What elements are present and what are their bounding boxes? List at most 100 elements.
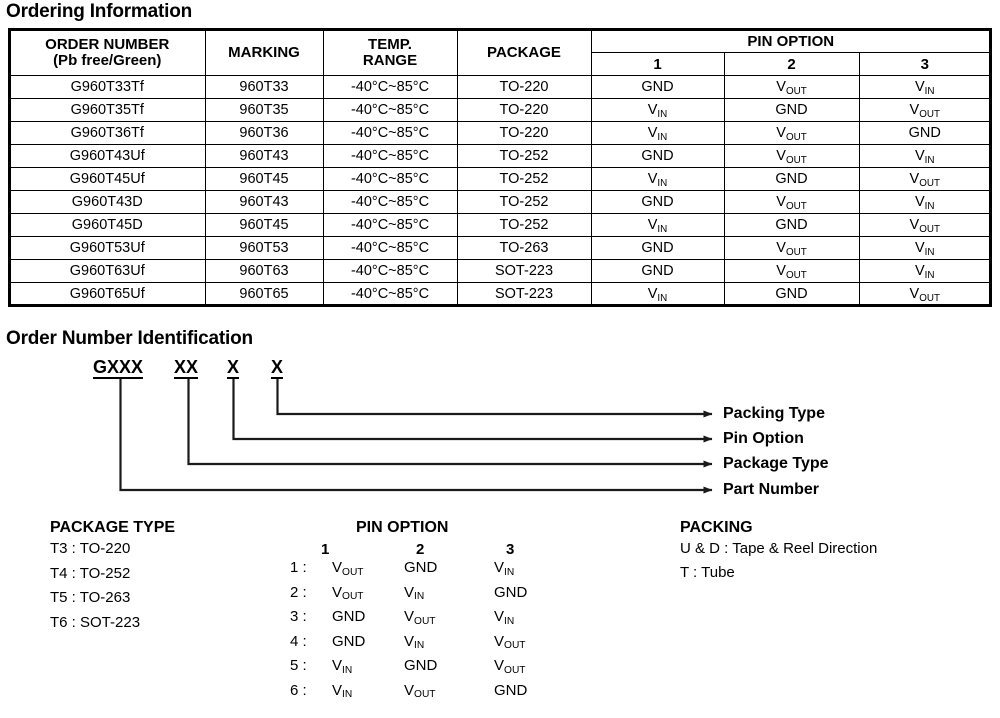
cell-temp-range: -40°C~85°C (322, 167, 458, 191)
legend-row-packing: U & D : Tape & Reel Direction (680, 540, 878, 557)
cell-marking: 960T45 (204, 167, 324, 191)
table-body: G960T33Tf 960T33 -40°C~85°C TO-220 GND VOUT VI… (8, 75, 992, 307)
cell-pin-2: VOUT (723, 144, 860, 168)
legend-pin-row-label: 3 : (290, 608, 307, 625)
cell-pin-3: VIN (858, 259, 992, 283)
cell-pin-3: VIN (858, 144, 992, 168)
legend-pin-row-value-2: GND (404, 559, 438, 576)
table-row: G960T45D 960T45 -40°C~85°C TO-252 VIN GND VOUT (8, 213, 992, 237)
legend-pin-col-header-1: 1 (321, 541, 330, 558)
cell-order-number: G960T53Uf (8, 236, 206, 260)
cell-pin-1: GND (590, 75, 725, 99)
cell-order-number: G960T63Uf (8, 259, 206, 283)
legend-pin-row-value-1: VIN (332, 681, 353, 701)
legend-row-package-type: T4 : TO-252 (50, 564, 131, 582)
cell-package: TO-252 (456, 167, 592, 191)
leader-line-part-number (119, 379, 713, 494)
cell-pin-1: VIN (590, 213, 725, 237)
cell-package: TO-263 (456, 236, 592, 260)
cell-package: TO-252 (456, 144, 592, 168)
cell-package: TO-220 (456, 121, 592, 145)
column-header-package: PACKAGE (456, 29, 592, 76)
legend-pin-option: PIN OPTION 1 2 3 1 : VOUT GND VIN 2 : VOUT VIN… (290, 519, 570, 706)
cell-temp-range: -40°C~85°C (322, 121, 458, 145)
cell-pin-1: VIN (590, 98, 725, 122)
cell-pin-2: GND (723, 282, 860, 307)
legend-pin-row-value-1: GND (332, 608, 366, 625)
legend-pin-row-label: 1 : (290, 559, 307, 576)
legend-pin-row-value-2: VOUT (404, 681, 436, 701)
cell-pin-2: GND (723, 167, 860, 191)
cell-marking: 960T43 (204, 144, 324, 168)
cell-pin-1: GND (590, 144, 725, 168)
table-row: G960T43D 960T43 -40°C~85°C TO-252 GND VOUT VIN (8, 190, 992, 214)
legend-pin-option-column-headers: 1 2 3 (290, 537, 570, 559)
legend-pin-col-header-3: 3 (506, 541, 515, 558)
ordering-information-table: ORDER NUMBER (Pb free/Green) MARKING TEM… (8, 28, 993, 307)
legend-packing: PACKING U & D : Tape & Reel Direction T :… (680, 519, 877, 585)
cell-marking: 960T65 (204, 282, 324, 307)
cell-package: TO-252 (456, 190, 592, 214)
legend-pin-row-value-2: VIN (404, 583, 425, 603)
cell-marking: 960T63 (204, 259, 324, 283)
cell-temp-range: -40°C~85°C (322, 259, 458, 283)
cell-marking: 960T36 (204, 121, 324, 145)
table-row: G960T35Tf 960T35 -40°C~85°C TO-220 VIN GND VOU… (8, 98, 992, 122)
temp-range-line-1: TEMP. (368, 35, 412, 53)
legend-pin-row-value-3: VIN (494, 559, 515, 578)
legend-pin-row-label: 2 : (290, 583, 307, 601)
ident-label-package-type: Package Type (723, 455, 829, 472)
cell-temp-range: -40°C~85°C (322, 236, 458, 260)
cell-pin-1: GND (590, 236, 725, 260)
order-number-line-1: ORDER NUMBER (45, 35, 170, 53)
cell-package: TO-220 (456, 75, 592, 99)
legend-row-pin-option: 1 : VOUT GND VIN (290, 559, 570, 584)
ident-label-pin-option: Pin Option (723, 430, 804, 447)
cell-package: SOT-223 (456, 282, 592, 307)
table-header-row-1: ORDER NUMBER (Pb free/Green) MARKING TEM… (8, 29, 992, 76)
leader-lines-svg (119, 379, 713, 494)
cell-order-number: G960T45Uf (8, 167, 206, 191)
cell-temp-range: -40°C~85°C (322, 213, 458, 237)
table-row: G960T45Uf 960T45 -40°C~85°C TO-252 VIN GND VOU… (8, 167, 992, 191)
table-row: G960T33Tf 960T33 -40°C~85°C TO-220 GND VOUT VI… (8, 75, 992, 99)
cell-marking: 960T45 (204, 213, 324, 237)
column-header-temp-range: TEMP. RANGE (322, 29, 458, 76)
legend-pin-row-value-3: VIN (494, 608, 515, 627)
temp-range-line-2: RANGE (362, 51, 418, 69)
legend-pin-col-header-2: 2 (416, 541, 425, 558)
cell-order-number: G960T45D (8, 213, 206, 237)
cell-pin-3: VOUT (858, 282, 992, 307)
legend-row-pin-option: 4 : GND VIN VOUT (290, 633, 570, 658)
table-row: G960T43Uf 960T43 -40°C~85°C TO-252 GND VOUT VI… (8, 144, 992, 168)
cell-order-number: G960T43Uf (8, 144, 206, 168)
table-row: G960T65Uf 960T65 -40°C~85°C SOT-223 VIN GND VO… (8, 282, 992, 307)
cell-pin-2: VOUT (723, 236, 860, 260)
legend-pin-row-value-3: GND (494, 681, 528, 699)
cell-order-number: G960T35Tf (8, 98, 206, 122)
legend-pin-row-value-3: VOUT (494, 657, 526, 676)
legend-pin-row-label: 5 : (290, 657, 307, 674)
cell-pin-2: GND (723, 98, 860, 122)
cell-temp-range: -40°C~85°C (322, 144, 458, 168)
legend-row-pin-option: 5 : VIN GND VOUT (290, 657, 570, 682)
cell-pin-1: VIN (590, 167, 725, 191)
cell-temp-range: -40°C~85°C (322, 98, 458, 122)
cell-temp-range: -40°C~85°C (322, 75, 458, 99)
cell-pin-1: GND (590, 259, 725, 283)
cell-pin-2: GND (723, 213, 860, 237)
column-header-order-number: ORDER NUMBER (Pb free/Green) (8, 29, 206, 76)
legend-title-package-type: PACKAGE TYPE (50, 519, 176, 536)
legend-package-type-rows: T3 : TO-220 T4 : TO-252 T5 : TO-263 T6 : SO… (50, 537, 175, 635)
legend-pin-row-label: 4 : (290, 632, 307, 650)
cell-pin-2: VOUT (723, 75, 860, 99)
cell-pin-3: VOUT (858, 98, 992, 122)
legend-row-package-type: T5 : TO-263 (50, 589, 131, 606)
cell-pin-3: VOUT (858, 213, 992, 237)
cell-marking: 960T53 (204, 236, 324, 260)
order-number-identification-diagram: GXXX XX X X Packing Type Pin Option Pack… (0, 352, 1000, 512)
legend-pin-row-value-1: VOUT (332, 583, 364, 603)
legend-pin-row-value-2: VIN (404, 632, 425, 652)
legend-row-packing: T : Tube (680, 564, 735, 581)
legend-pin-row-value-3: GND (494, 583, 528, 601)
